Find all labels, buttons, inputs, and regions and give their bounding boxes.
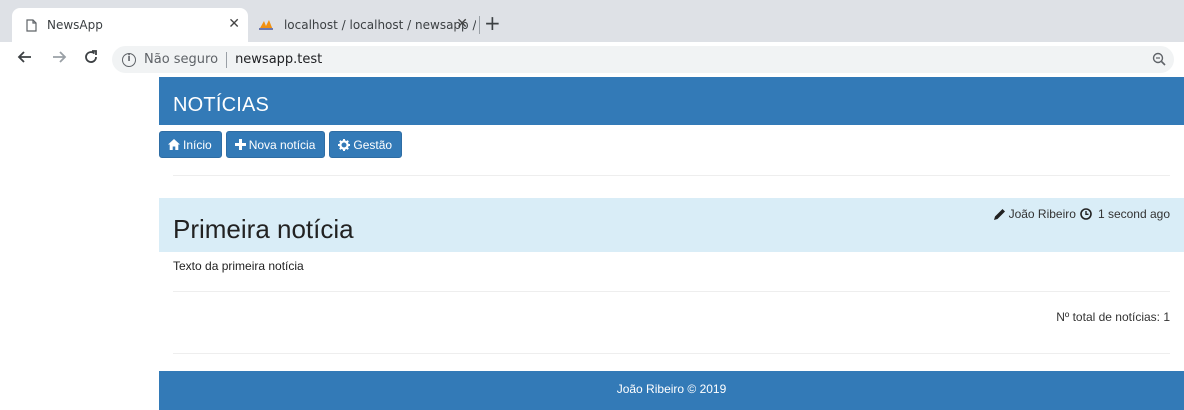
home-button[interactable]: Início bbox=[159, 131, 222, 158]
home-icon bbox=[168, 139, 180, 150]
news-author: João Ribeiro bbox=[1008, 207, 1076, 221]
security-label: Não seguro bbox=[144, 52, 219, 67]
browser-tab-bar: NewsApp ✕ localhost / localhost / newsap… bbox=[0, 0, 1184, 42]
app-header: NOTÍCIAS bbox=[159, 77, 1184, 125]
info-icon[interactable]: i bbox=[122, 52, 136, 67]
pencil-icon bbox=[993, 209, 1005, 220]
home-button-label: Início bbox=[183, 137, 212, 152]
url-separator bbox=[226, 51, 228, 68]
divider bbox=[173, 175, 1170, 176]
zoom-icon[interactable] bbox=[1152, 52, 1166, 66]
main-menu: Início Nova notícia Gestão bbox=[159, 131, 403, 158]
news-meta: João Ribeiro 1 second ago bbox=[993, 207, 1170, 221]
close-icon[interactable]: ✕ bbox=[456, 17, 468, 31]
page-title: NOTÍCIAS bbox=[173, 94, 270, 116]
gear-icon bbox=[338, 138, 351, 151]
new-news-button[interactable]: Nova notícia bbox=[225, 131, 326, 158]
back-arrow-icon[interactable] bbox=[17, 49, 33, 65]
news-time: 1 second ago bbox=[1097, 207, 1170, 221]
new-news-button-label: Nova notícia bbox=[248, 137, 316, 152]
divider bbox=[173, 353, 1170, 354]
tab-newsapp[interactable]: NewsApp ✕ bbox=[12, 8, 248, 42]
tab-phpmyadmin[interactable]: localhost / localhost / newsapp / ✕ bbox=[250, 8, 476, 42]
news-body: Texto da primeira notícia bbox=[173, 259, 304, 273]
management-button-label: Gestão bbox=[353, 137, 393, 152]
plus-icon bbox=[234, 139, 246, 150]
management-button[interactable]: Gestão bbox=[329, 131, 403, 158]
omnibox[interactable]: i Não seguro newsapp.test bbox=[112, 46, 1174, 73]
phpmyadmin-icon bbox=[258, 20, 273, 30]
tab-title: NewsApp bbox=[47, 18, 103, 32]
clock-icon bbox=[1080, 208, 1092, 220]
page-icon bbox=[26, 18, 37, 32]
forward-arrow-icon[interactable] bbox=[51, 49, 67, 65]
tab-separator bbox=[479, 16, 480, 34]
news-total-count: Nº total de notícias: 1 bbox=[1056, 310, 1170, 324]
footer-text: João Ribeiro © 2019 bbox=[616, 382, 727, 396]
close-icon[interactable]: ✕ bbox=[228, 17, 240, 31]
news-title: Primeira notícia bbox=[173, 214, 354, 244]
news-item-header: Primeira notícia João Ribeiro 1 second a… bbox=[159, 198, 1184, 252]
url-text[interactable]: newsapp.test bbox=[235, 52, 322, 67]
reload-icon[interactable] bbox=[83, 49, 99, 65]
new-tab-button[interactable]: + bbox=[484, 13, 501, 33]
tab-title: localhost / localhost / newsapp / bbox=[283, 18, 476, 32]
page-footer: João Ribeiro © 2019 bbox=[159, 371, 1184, 410]
address-bar: i Não seguro newsapp.test bbox=[0, 42, 1184, 76]
divider bbox=[173, 291, 1170, 292]
